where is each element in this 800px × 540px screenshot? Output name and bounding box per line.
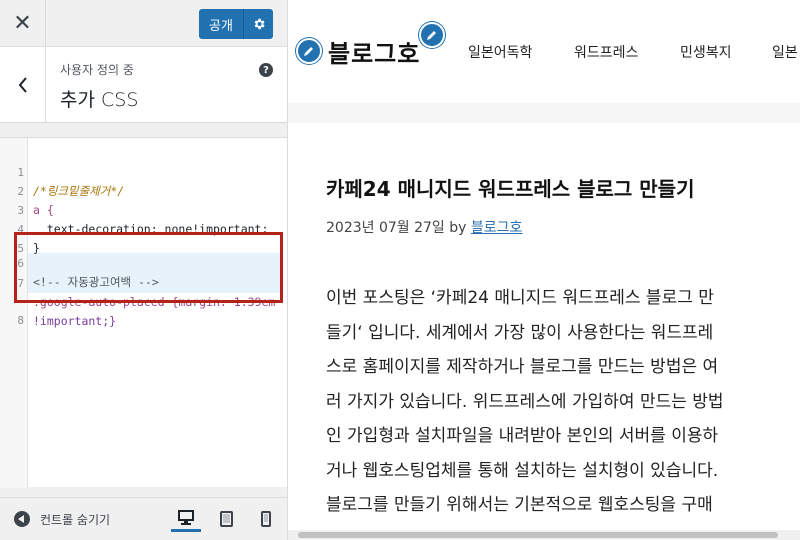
publish-label: 공개 (209, 18, 233, 34)
nav-item[interactable]: 워드프레스 (574, 42, 638, 62)
post-article: 카페24 매니지드 워드프레스 블로그 만들기 2023년 07월 27일 by… (288, 123, 800, 540)
section-header: 사용자 정의 중 추가 CSS ? (0, 47, 287, 123)
body-line: 블로그를 만들기 위해서는 기본적으로 웹호스팅을 구매 (326, 495, 713, 515)
site-header: 블로그호 일본어독학 워드프레스 민생복지 일본 (288, 0, 800, 103)
site-preview: 블로그호 일본어독학 워드프레스 민생복지 일본 카페24 매니지드 워드프레스… (288, 0, 800, 540)
nav-item[interactable]: 일본어독학 (468, 42, 532, 62)
close-customizer-button[interactable]: ✕ (0, 0, 46, 46)
breadcrumb: 사용자 정의 중 (60, 63, 134, 77)
post-author-link[interactable]: 블로그호 (471, 220, 523, 236)
body-line: 인 가입형과 설치파일을 내려받아 본인의 서버를 이용하 (326, 426, 719, 446)
code-line[interactable]: 2 a { (0, 163, 287, 217)
customizer-topbar: ✕ 공개 (0, 0, 287, 47)
section-title: 추가 CSS (60, 89, 139, 111)
publish-settings-button[interactable] (243, 9, 273, 39)
body-line: 스로 홈페이지를 제작하거나 블로그를 만드는 방법은 여 (326, 357, 719, 377)
back-button[interactable] (0, 47, 46, 122)
horizontal-scrollbar[interactable] (288, 530, 800, 540)
collapse-controls-link[interactable]: 컨트롤 숨기기 (40, 511, 110, 528)
body-line: 이번 포스팅은 ‘카페24 매니지드 워드프레스 블로그 만 (326, 288, 714, 308)
body-line: 러 가지가 있습니다. 위드프레스에 가입하여 만드는 방법 (326, 391, 724, 412)
mobile-icon (261, 511, 271, 527)
desktop-icon (178, 510, 194, 525)
code-line[interactable]: 4 } (0, 201, 287, 255)
post-meta: 2023년 07월 27일 by 블로그호 (326, 217, 522, 237)
pencil-icon (427, 31, 436, 40)
line-number: 8 (17, 314, 24, 327)
customizer-sidebar: ✕ 공개 사용자 정의 중 추가 CSS ? 1 /*링크밑줄제거*/ 2 a … (0, 0, 288, 540)
tablet-preview-button[interactable] (211, 506, 241, 532)
code-line[interactable]: 3 text-decoration: none!important; (0, 182, 287, 236)
mobile-preview-button[interactable] (251, 506, 281, 532)
highlight-annotation-box (14, 232, 283, 303)
customizer-footer: 컨트롤 숨기기 (0, 497, 287, 540)
chevron-left-icon (18, 76, 27, 93)
code-line[interactable]: 1 /*링크밑줄제거*/ (0, 144, 287, 198)
publish-button[interactable]: 공개 (199, 9, 273, 39)
edit-shortcut-button[interactable] (419, 22, 445, 48)
body-line: 들기‘ 입니다. 세계에서 가장 많이 사용한다는 워드프레 (326, 322, 714, 343)
post-title[interactable]: 카페24 매니지드 워드프레스 블로그 만들기 (326, 173, 694, 202)
post-date: 2023년 07월 27일 (326, 220, 445, 236)
post-by: by (449, 220, 467, 236)
help-icon[interactable]: ? (259, 63, 273, 77)
nav-item[interactable]: 민생복지 (680, 42, 732, 62)
collapse-arrow-icon[interactable] (14, 511, 30, 527)
gear-icon (254, 18, 265, 30)
desktop-preview-button[interactable] (171, 506, 201, 532)
pencil-icon (304, 47, 313, 56)
site-title[interactable]: 블로그호 (328, 34, 420, 69)
body-line: 거나 웹호스팅업체를 통해 설치하는 설치형이 있습니다. (326, 460, 719, 481)
post-body: 이번 포스팅은 ‘카페24 매니지드 워드프레스 블로그 만 들기‘ 입니다. … (326, 281, 766, 523)
css-code-editor[interactable]: 1 /*링크밑줄제거*/ 2 a { 3 text-decoration: no… (0, 137, 287, 488)
edit-shortcut-button[interactable] (296, 38, 322, 64)
code-text: !important;} (33, 314, 117, 328)
close-icon: ✕ (13, 10, 32, 36)
nav-item[interactable]: 일본 (772, 42, 798, 62)
scrollbar-thumb[interactable] (298, 532, 778, 538)
tablet-icon (219, 511, 233, 527)
